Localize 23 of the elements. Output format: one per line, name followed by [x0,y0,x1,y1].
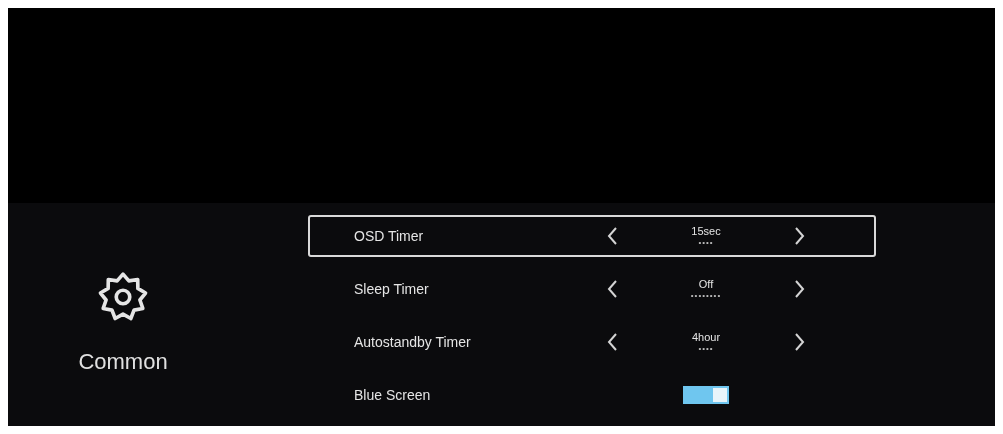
chevron-left-icon[interactable] [606,279,618,299]
setting-label: Autostandby Timer [354,332,471,352]
chevron-left-icon[interactable] [606,226,618,246]
gear-icon [97,271,149,323]
chevron-right-icon[interactable] [794,332,806,352]
option-dots: •••• [698,238,714,247]
chevron-left-icon[interactable] [606,332,618,352]
chevron-right-icon[interactable] [794,226,806,246]
setting-label: Sleep Timer [354,279,429,299]
option-dots: •••••••• [690,291,722,300]
setting-row[interactable]: Sleep Timer Off •••••••• [308,268,876,310]
setting-value: 4hour [691,331,721,343]
toggle-switch[interactable] [683,386,729,404]
setting-value: 15sec [691,225,721,237]
chevron-right-icon[interactable] [794,279,806,299]
setting-value: Off [698,278,714,290]
setting-row[interactable]: Blue Screen [308,374,876,416]
setting-label: OSD Timer [354,226,424,246]
option-dots: •••• [698,344,714,353]
setting-label: Blue Screen [354,385,431,405]
category-label: Common [78,348,168,376]
setting-row[interactable]: OSD Timer 15sec •••• [308,215,876,257]
setting-row[interactable]: Autostandby Timer 4hour •••• [308,321,876,363]
